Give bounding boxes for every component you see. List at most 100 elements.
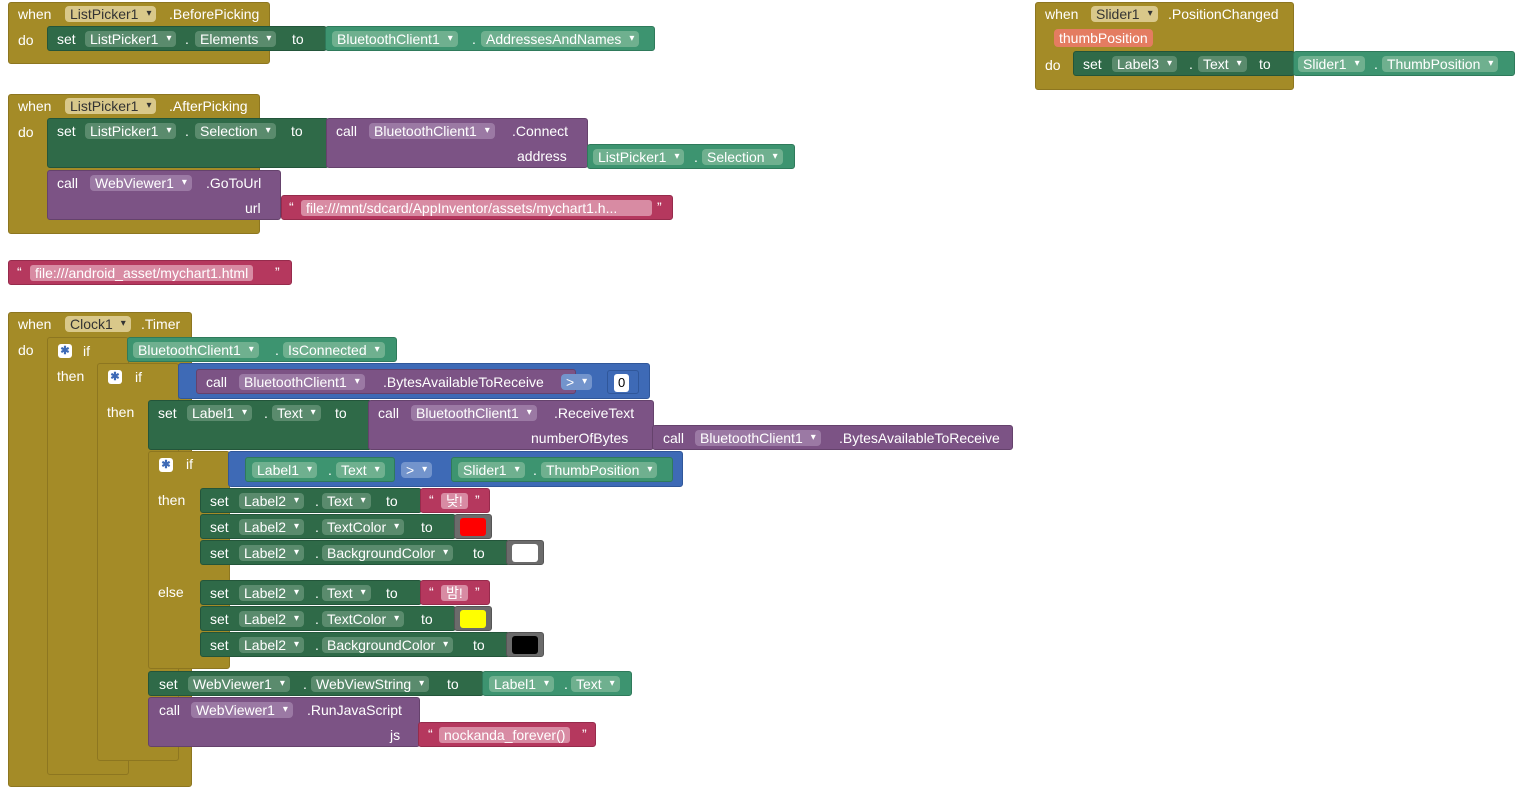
property-dropdown[interactable]: Text: [272, 405, 321, 421]
component-dropdown[interactable]: Label2: [239, 493, 305, 509]
component-dropdown[interactable]: Clock1: [65, 316, 131, 332]
compare-block-bytes-gt-0[interactable]: call BluetoothClient1 .BytesAvailableToR…: [178, 363, 650, 399]
gear-icon[interactable]: ✱: [108, 370, 122, 384]
component-dropdown[interactable]: Label2: [239, 519, 305, 535]
property-dropdown[interactable]: Text: [322, 585, 371, 601]
call-block-receivetext[interactable]: call BluetoothClient1 .ReceiveText numbe…: [368, 400, 654, 450]
component-dropdown[interactable]: Label1: [252, 462, 318, 478]
set-block-label2-text-else[interactable]: set Label2 . Text to: [200, 580, 422, 605]
color-block-black[interactable]: [506, 632, 544, 657]
getter-block-slider-thumb[interactable]: Slider1 . ThumbPosition: [451, 457, 673, 482]
property-dropdown[interactable]: Text: [1198, 56, 1247, 72]
property-dropdown[interactable]: Text: [571, 676, 620, 692]
getter-block-addressesandnames[interactable]: BluetoothClient1 . AddressesAndNames: [325, 26, 655, 51]
set-block-label3-text[interactable]: set Label3 . Text to: [1073, 51, 1295, 76]
set-block-label2-bgcolor[interactable]: set Label2 . BackgroundColor to: [200, 540, 510, 565]
property-dropdown[interactable]: Selection: [195, 123, 276, 139]
getter-block-slider-thumbposition[interactable]: Slider1 . ThumbPosition: [1293, 51, 1515, 76]
component-dropdown[interactable]: BluetoothClient1: [133, 342, 259, 358]
color-block-yellow[interactable]: [454, 606, 492, 631]
component-dropdown[interactable]: Label3: [1112, 56, 1178, 72]
property-dropdown[interactable]: Elements: [195, 31, 277, 47]
event-name: .PositionChanged: [1168, 6, 1279, 22]
property-dropdown[interactable]: BackgroundColor: [322, 545, 454, 561]
component-dropdown[interactable]: ListPicker1: [85, 31, 177, 47]
set-block-label2-textcolor-else[interactable]: set Label2 . TextColor to: [200, 606, 456, 631]
component-dropdown[interactable]: Label1: [187, 405, 253, 421]
operator-dropdown[interactable]: >: [401, 462, 433, 478]
getter-block-isconnected[interactable]: BluetoothClient1 . IsConnected: [127, 337, 397, 362]
component-dropdown[interactable]: Label2: [239, 585, 305, 601]
gear-icon[interactable]: ✱: [58, 344, 72, 358]
property-dropdown[interactable]: ThumbPosition: [541, 462, 658, 478]
component-dropdown[interactable]: BluetoothClient1: [411, 405, 537, 421]
set-block-selection[interactable]: set ListPicker1 . Selection to: [47, 118, 329, 168]
property-dropdown[interactable]: BackgroundColor: [322, 637, 454, 653]
number-block[interactable]: 0: [607, 370, 639, 394]
compare-block-label-gt-slider[interactable]: Label1 . Text > Slider1 . ThumbPosition: [228, 451, 683, 487]
text-block-android-asset[interactable]: “ file:///android_asset/mychart1.html ”: [8, 260, 292, 285]
text-block-js[interactable]: “ nockanda_forever() ”: [418, 722, 596, 747]
property-dropdown[interactable]: Selection: [702, 149, 783, 165]
property-dropdown[interactable]: AddressesAndNames: [481, 31, 640, 47]
set-block-elements[interactable]: set ListPicker1 . Elements to: [47, 26, 327, 51]
getter-block-label1-text[interactable]: Label1 . Text: [245, 457, 395, 482]
component-dropdown[interactable]: Label1: [489, 676, 555, 692]
color-block-white[interactable]: [506, 540, 544, 565]
component-dropdown[interactable]: Label2: [239, 545, 305, 561]
component-dropdown[interactable]: BluetoothClient1: [332, 31, 458, 47]
text-value[interactable]: nockanda_forever(): [439, 727, 571, 743]
call-block-runjavascript[interactable]: call WebViewer1 .RunJavaScript js: [148, 697, 420, 747]
component-dropdown[interactable]: BluetoothClient1: [239, 374, 365, 390]
text-value[interactable]: 밤!: [441, 585, 468, 601]
component-dropdown[interactable]: WebViewer1: [90, 175, 192, 191]
property-dropdown[interactable]: WebViewString: [311, 676, 430, 692]
if-keyword: if: [83, 343, 90, 359]
property-dropdown[interactable]: TextColor: [322, 519, 405, 535]
property-dropdown[interactable]: IsConnected: [283, 342, 385, 358]
property-dropdown[interactable]: ThumbPosition: [1382, 56, 1499, 72]
operator-dropdown[interactable]: >: [561, 374, 593, 390]
text-value[interactable]: file:///android_asset/mychart1.html: [30, 265, 254, 281]
then-keyword: then: [107, 404, 135, 420]
set-block-label2-text[interactable]: set Label2 . Text to: [200, 488, 422, 513]
component-dropdown[interactable]: Slider1: [1091, 6, 1158, 22]
call-block-connect[interactable]: call BluetoothClient1 .Connect address: [326, 118, 588, 168]
gear-icon[interactable]: ✱: [159, 458, 173, 472]
call-block-bytes-available[interactable]: call BluetoothClient1 .BytesAvailableToR…: [196, 369, 576, 394]
text-block-day[interactable]: “ 낮! ”: [420, 488, 490, 513]
property-dropdown[interactable]: Text: [336, 462, 385, 478]
color-block-red[interactable]: [454, 514, 492, 539]
property-dropdown[interactable]: TextColor: [322, 611, 405, 627]
event-parameter[interactable]: thumbPosition: [1054, 29, 1153, 47]
component-dropdown[interactable]: WebViewer1: [188, 676, 290, 692]
component-dropdown[interactable]: ListPicker1: [65, 98, 157, 114]
text-block-night[interactable]: “ 밤! ”: [420, 580, 490, 605]
component-dropdown[interactable]: BluetoothClient1: [695, 430, 821, 446]
component-dropdown[interactable]: BluetoothClient1: [369, 123, 495, 139]
set-block-label2-textcolor[interactable]: set Label2 . TextColor to: [200, 514, 456, 539]
text-value[interactable]: file:///mnt/sdcard/AppInventor/assets/my…: [301, 200, 652, 216]
component-dropdown[interactable]: ListPicker1: [65, 6, 157, 22]
component-dropdown[interactable]: ListPicker1: [85, 123, 177, 139]
component-dropdown[interactable]: ListPicker1: [593, 149, 685, 165]
component-dropdown[interactable]: WebViewer1: [191, 702, 293, 718]
set-block-label1-text[interactable]: set Label1 . Text to: [148, 400, 372, 450]
set-block-label2-bgcolor-else[interactable]: set Label2 . BackgroundColor to: [200, 632, 510, 657]
getter-block-label1-text-2[interactable]: Label1 . Text: [482, 671, 632, 696]
getter-block-listpicker-selection[interactable]: ListPicker1 . Selection: [587, 144, 795, 169]
method-name: .Connect: [512, 123, 569, 139]
text-block-url[interactable]: “ file:///mnt/sdcard/AppInventor/assets/…: [281, 195, 673, 220]
call-block-bytes-available-arg[interactable]: call BluetoothClient1 .BytesAvailableToR…: [652, 425, 1013, 450]
component-dropdown[interactable]: Slider1: [1298, 56, 1365, 72]
event-block-slider1-positionchanged[interactable]: when Slider1 .PositionChanged thumbPosit…: [1035, 2, 1294, 90]
set-block-webviewstring[interactable]: set WebViewer1 . WebViewString to: [148, 671, 484, 696]
property-dropdown[interactable]: Text: [322, 493, 371, 509]
text-value[interactable]: 낮!: [441, 493, 468, 509]
component-dropdown[interactable]: Label2: [239, 611, 305, 627]
component-dropdown[interactable]: Label2: [239, 637, 305, 653]
to-keyword: to: [386, 493, 398, 509]
number-value[interactable]: 0: [614, 374, 630, 392]
component-dropdown[interactable]: Slider1: [458, 462, 525, 478]
call-block-gotourl[interactable]: call WebViewer1 .GoToUrl url: [47, 170, 281, 220]
